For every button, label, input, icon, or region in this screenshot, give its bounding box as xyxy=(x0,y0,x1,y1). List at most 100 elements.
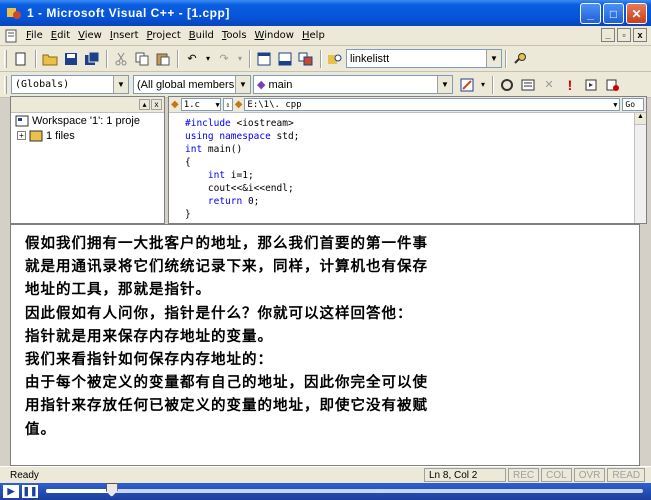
chevron-down-icon[interactable]: ▼ xyxy=(113,76,128,93)
menu-project[interactable]: Project xyxy=(143,30,185,41)
wizard-dropdown-icon[interactable]: ▾ xyxy=(478,75,488,95)
code-area[interactable]: #include <iostream> using namespace std; i… xyxy=(169,113,646,221)
breakpoint-icon[interactable] xyxy=(602,75,622,95)
overlay-line: 值。 xyxy=(25,421,56,438)
seek-thumb[interactable] xyxy=(105,483,118,497)
doc-close-button[interactable]: x xyxy=(633,28,647,42)
go-icon[interactable] xyxy=(581,75,601,95)
explanation-overlay: 假如我们拥有一大批客户的地址，那么我们首要的第一件事 就是用通讯录将它们统统记录… xyxy=(10,224,640,466)
project-icon xyxy=(29,130,43,141)
seek-bar[interactable] xyxy=(46,483,643,497)
find-in-files-icon[interactable] xyxy=(325,49,345,69)
search-icon[interactable] xyxy=(510,49,530,69)
new-file-icon[interactable] xyxy=(11,49,31,69)
paste-icon[interactable] xyxy=(153,49,173,69)
function-icon: ◆ xyxy=(257,79,266,91)
close-icon[interactable]: x xyxy=(151,99,162,110)
expand-icon[interactable]: + xyxy=(17,131,26,140)
cut-icon[interactable] xyxy=(111,49,131,69)
menu-window[interactable]: Window xyxy=(251,30,298,41)
scope-combo[interactable]: (Globals) ▼ xyxy=(11,75,129,94)
stop-build-icon[interactable]: ✕ xyxy=(539,75,559,95)
execute-icon[interactable]: ! xyxy=(560,75,580,95)
toolbar-grip[interactable] xyxy=(4,49,7,68)
workspace-root[interactable]: Workspace '1': 1 proje xyxy=(11,113,164,128)
vertical-scrollbar[interactable]: ▲ xyxy=(634,113,646,223)
go-button[interactable]: Go xyxy=(622,98,645,111)
code-line: using namespace std; xyxy=(185,131,300,142)
menu-build[interactable]: Build xyxy=(185,30,218,41)
overlay-line: 因此假如有人问你，指针是什么？你就可以这样回答他： xyxy=(25,305,413,322)
doc-minimize-button[interactable]: _ xyxy=(601,28,615,42)
code-line: int main() xyxy=(185,144,243,155)
save-all-icon[interactable] xyxy=(82,49,102,69)
undo-icon[interactable]: ↶ xyxy=(182,49,202,69)
open-folder-icon[interactable] xyxy=(40,49,60,69)
workspace-panel: ▴ x Workspace '1': 1 proje + 1 files xyxy=(10,96,165,224)
status-text: Ready xyxy=(10,469,39,481)
folder-icon: ◆ xyxy=(234,99,243,110)
visual-cpp-icon xyxy=(7,8,21,19)
status-bar: Ready Ln 8, Col 2 REC COL OVR READ xyxy=(0,466,651,483)
col-indicator: COL xyxy=(541,468,572,482)
ovr-indicator: OVR xyxy=(573,468,606,482)
chevron-down-icon[interactable]: ▼ xyxy=(235,76,250,93)
standard-toolbar: ↶ ▾ ↷ ▾ linkelistt ▼ xyxy=(0,46,651,72)
code-editor: ◆ 1.c ▼ ⇕ ◆ E:\1\. cpp ▼ Go #include <iost… xyxy=(168,96,647,224)
pause-icon[interactable]: ❚❚ xyxy=(22,485,38,498)
overlay-line: 我们来看指针如何保存内存地址的： xyxy=(25,352,273,369)
find-combo[interactable]: linkelistt ▼ xyxy=(346,49,502,68)
compile-icon[interactable] xyxy=(497,75,517,95)
path-combo[interactable]: E:\1\. cpp ▼ xyxy=(244,98,621,111)
maximize-button[interactable]: □ xyxy=(603,3,624,24)
code-line: { xyxy=(185,157,191,168)
members-combo[interactable]: (All global members ▼ xyxy=(133,75,251,94)
restore-icon[interactable]: ▴ xyxy=(139,99,150,110)
undo-dropdown-icon[interactable]: ▾ xyxy=(203,49,213,69)
redo-icon[interactable]: ↷ xyxy=(214,49,234,69)
title-bar: 1 - Microsoft Visual C++ - [1.cpp] _ □ ✕ xyxy=(0,0,651,26)
menu-insert[interactable]: Insert xyxy=(106,30,143,41)
wizard-action-icon[interactable] xyxy=(457,75,477,95)
menu-edit[interactable]: Edit xyxy=(47,30,74,41)
copy-icon[interactable] xyxy=(132,49,152,69)
read-indicator: READ xyxy=(607,468,646,482)
file-combo[interactable]: 1.c ▼ xyxy=(180,98,221,111)
play-icon[interactable]: ▶ xyxy=(3,485,19,498)
chevron-down-icon[interactable]: ▼ xyxy=(437,76,452,93)
document-icon[interactable] xyxy=(4,29,18,43)
toolbar-grip[interactable] xyxy=(4,75,7,94)
code-line: cout<<&i<<endl; xyxy=(185,183,294,194)
overlay-line: 指针就是用来保存内存地址的变量。 xyxy=(25,328,273,345)
code-line: } xyxy=(185,209,191,220)
minimize-button[interactable]: _ xyxy=(580,3,601,24)
workspace-window-icon[interactable] xyxy=(254,49,274,69)
close-button[interactable]: ✕ xyxy=(626,3,647,24)
overlay-line: 就是用通讯录将它们统统记录下来，同样，计算机也有保存 xyxy=(25,259,428,276)
menu-tools[interactable]: Tools xyxy=(218,30,251,41)
menu-view[interactable]: View xyxy=(74,30,106,41)
media-player-bar: ▶ ❚❚ xyxy=(0,483,651,500)
wizardbar-toolbar: (Globals) ▼ (All global members ▼ ◆ main… xyxy=(0,72,651,98)
function-combo[interactable]: ◆ main ▼ xyxy=(253,75,453,94)
build-icon[interactable] xyxy=(518,75,538,95)
overlay-line: 假如我们拥有一大批客户的地址，那么我们首要的第一件事 xyxy=(25,236,428,252)
output-window-icon[interactable] xyxy=(275,49,295,69)
class-icon: ◆ xyxy=(171,99,179,110)
chevron-down-icon[interactable]: ▼ xyxy=(486,50,501,67)
overlay-line: 地址的工具，那就是指针。 xyxy=(25,282,211,299)
menu-file[interactable]: File xyxy=(22,30,47,41)
overlay-line: 由于每个被定义的变量都有自己的地址，因此你完全可以使 xyxy=(25,375,428,392)
overlay-line: 用指针来存放任何已被定义的变量的地址，即使它没有被赋 xyxy=(25,398,428,415)
save-icon[interactable] xyxy=(61,49,81,69)
menu-bar: File Edit View Insert Project Build Tool… xyxy=(0,26,651,46)
project-node[interactable]: + 1 files xyxy=(11,128,164,143)
menu-help[interactable]: Help xyxy=(298,30,329,41)
window-list-icon[interactable] xyxy=(296,49,316,69)
window-title: 1 - Microsoft Visual C++ - [1.cpp] xyxy=(27,6,230,20)
cursor-position: Ln 8, Col 2 xyxy=(424,468,506,482)
redo-dropdown-icon[interactable]: ▾ xyxy=(235,49,245,69)
file-spin[interactable]: ⇕ xyxy=(222,98,233,111)
code-line: return 0; xyxy=(207,196,260,207)
doc-restore-button[interactable]: ▫ xyxy=(617,28,631,42)
